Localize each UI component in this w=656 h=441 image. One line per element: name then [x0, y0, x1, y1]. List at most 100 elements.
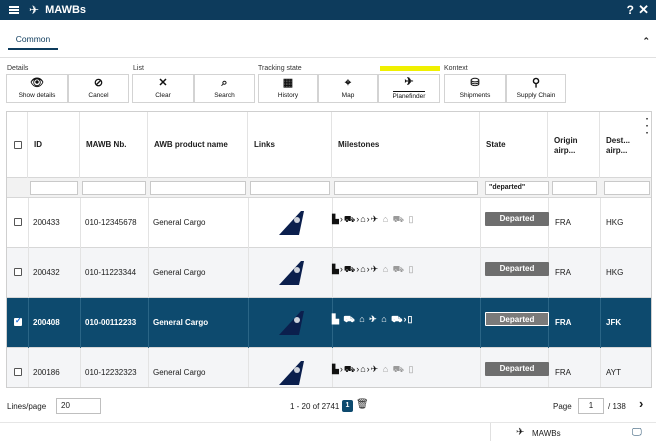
show-details-button[interactable]: 👁 Show details: [6, 74, 68, 103]
collapse-chevron-icon[interactable]: ⌃: [642, 36, 650, 47]
row-destination: JFK: [606, 318, 622, 327]
plane-takeoff-icon: ✈: [404, 76, 414, 88]
filter-state-input[interactable]: "departed": [485, 181, 549, 195]
header-mawb[interactable]: MAWB Nb.: [80, 112, 148, 178]
mawb-table: ID MAWB Nb. AWB product name Links Miles…: [6, 111, 652, 388]
next-page-icon[interactable]: ›: [639, 396, 643, 411]
cancel-button[interactable]: ⊘ Cancel: [68, 74, 129, 103]
planefinder-button[interactable]: ✈ Planefinder: [378, 74, 440, 103]
milestone-icons: ▙›⛟›⌂›✈ ⌂ ⛟ ▯: [332, 214, 415, 224]
select-all-checkbox[interactable]: [14, 141, 22, 149]
filter-destination-input[interactable]: [604, 181, 650, 195]
help-icon[interactable]: ?: [627, 3, 634, 17]
search-button[interactable]: ⌕ Search: [194, 74, 255, 103]
header-milestones[interactable]: Milestones: [332, 112, 480, 178]
taskbar: ✈ MAWBs 🖵: [0, 422, 656, 441]
map-label: Map: [341, 92, 355, 99]
filter-origin-input[interactable]: [552, 181, 597, 195]
status-badge: Departed: [485, 262, 549, 276]
taskbar-airplane-icon: ✈: [516, 427, 525, 438]
row-origin: FRA: [555, 268, 571, 277]
row-destination: HKG: [606, 268, 624, 277]
trash-icon[interactable]: 🗑: [356, 399, 369, 410]
row-destination: HKG: [606, 218, 624, 227]
row-mawb: 010-12345678: [85, 218, 137, 227]
header-product-label: AWB product name: [154, 140, 228, 149]
header-origin-label: Origin airp...: [554, 136, 578, 155]
row-origin: FRA: [555, 218, 571, 227]
monitor-icon[interactable]: 🖵: [632, 427, 642, 438]
column-options-icon[interactable]: · · ·: [646, 115, 649, 139]
header-mawb-label: MAWB Nb.: [86, 140, 127, 149]
row-origin: FRA: [555, 368, 571, 377]
header-select-all: [7, 112, 28, 178]
pager: Lines/page 20 1 - 20 of 2741 1 🗑 Page 1 …: [0, 390, 656, 422]
row-product: General Cargo: [153, 318, 209, 327]
milestone-icons: ▙ ⛟ ⌂ ✈ ⌂ ⛟›▯: [332, 314, 414, 324]
row-id: 200408: [33, 318, 60, 327]
status-badge: Departed: [485, 212, 549, 226]
filter-milestones-input[interactable]: [334, 181, 478, 195]
row-product: General Cargo: [153, 368, 206, 377]
table-row[interactable]: 200186 010-12232323 General Cargo ▙›⛟›⌂›…: [7, 348, 651, 387]
filter-product-input[interactable]: [150, 181, 246, 195]
history-label: History: [277, 92, 299, 99]
airline-tail-logo-icon[interactable]: [277, 210, 305, 236]
history-button[interactable]: ▦ History: [258, 74, 318, 103]
table-header: ID MAWB Nb. AWB product name Links Miles…: [7, 112, 651, 178]
header-destination[interactable]: Dest... airp...: [600, 112, 651, 178]
row-checkbox[interactable]: [14, 268, 22, 276]
airline-tail-logo-icon[interactable]: [277, 260, 305, 286]
tab-common[interactable]: Common: [8, 32, 58, 50]
header-product[interactable]: AWB product name: [148, 112, 248, 178]
cancel-icon: ⊘: [93, 77, 104, 89]
map-button[interactable]: ⌖ Map: [318, 74, 378, 103]
row-checkbox-checked[interactable]: [14, 316, 22, 326]
table-row[interactable]: 200432 010-11223344 General Cargo ▙›⛟›⌂›…: [7, 248, 651, 298]
header-state[interactable]: State: [480, 112, 548, 178]
table-row-selected[interactable]: 200408 010-00112233 General Cargo ▙ ⛟ ⌂ …: [7, 298, 651, 348]
row-mawb: 010-11223344: [85, 268, 137, 277]
supply-chain-button[interactable]: ⚲ Supply Chain: [506, 74, 566, 103]
row-product: General Cargo: [153, 268, 206, 277]
airplane-icon: ✈: [29, 3, 40, 17]
shipments-button[interactable]: ⛁ Shipments: [444, 74, 506, 103]
row-id: 200433: [33, 218, 60, 227]
hamburger-menu-icon[interactable]: [9, 6, 19, 14]
tab-row: Common ⌃: [0, 20, 656, 58]
cancel-label: Cancel: [88, 92, 109, 99]
show-details-label: Show details: [18, 92, 56, 99]
filter-links-input[interactable]: [250, 181, 330, 195]
filter-mawb-input[interactable]: [82, 181, 146, 195]
table-row[interactable]: 200433 010-12345678 General Cargo ▙›⛟›⌂›…: [7, 198, 651, 248]
clear-button[interactable]: ✕ Clear: [132, 74, 194, 103]
header-links[interactable]: Links: [248, 112, 332, 178]
header-origin[interactable]: Origin airp...: [548, 112, 600, 178]
lines-per-page-label: Lines/page: [7, 402, 47, 411]
row-origin: FRA: [555, 318, 572, 327]
taskbar-item-mawbs[interactable]: MAWBs: [532, 429, 561, 438]
search-icon: ⚲: [531, 77, 541, 89]
airline-tail-logo-icon[interactable]: [277, 360, 305, 386]
header-id[interactable]: ID: [28, 112, 80, 178]
row-checkbox[interactable]: [14, 218, 22, 226]
filter-id-input[interactable]: [30, 181, 78, 195]
page-number-input[interactable]: 1: [578, 398, 604, 414]
shipments-label: Shipments: [459, 92, 491, 99]
group-label-tracking-state: Tracking state: [258, 65, 302, 72]
row-id: 200432: [33, 268, 60, 277]
group-label-list: List: [133, 65, 144, 72]
row-mawb: 010-12232323: [85, 368, 137, 377]
boxes-icon: ⛁: [470, 77, 480, 89]
title-bar: ✈ MAWBs ? ✕: [0, 0, 656, 20]
lines-per-page-input[interactable]: 20: [56, 398, 101, 414]
page-total: / 138: [608, 402, 626, 411]
search-label: Search: [214, 92, 235, 99]
close-icon[interactable]: ✕: [638, 2, 649, 18]
result-range: 1 - 20 of 2741: [290, 402, 340, 411]
header-links-label: Links: [254, 140, 275, 149]
airline-tail-logo-icon[interactable]: [277, 310, 305, 336]
header-destination-label: Dest... airp...: [606, 136, 631, 155]
milestone-icons: ▙›⛟›⌂›✈ ⌂ ⛟ ▯: [332, 264, 415, 274]
row-checkbox[interactable]: [14, 368, 22, 376]
